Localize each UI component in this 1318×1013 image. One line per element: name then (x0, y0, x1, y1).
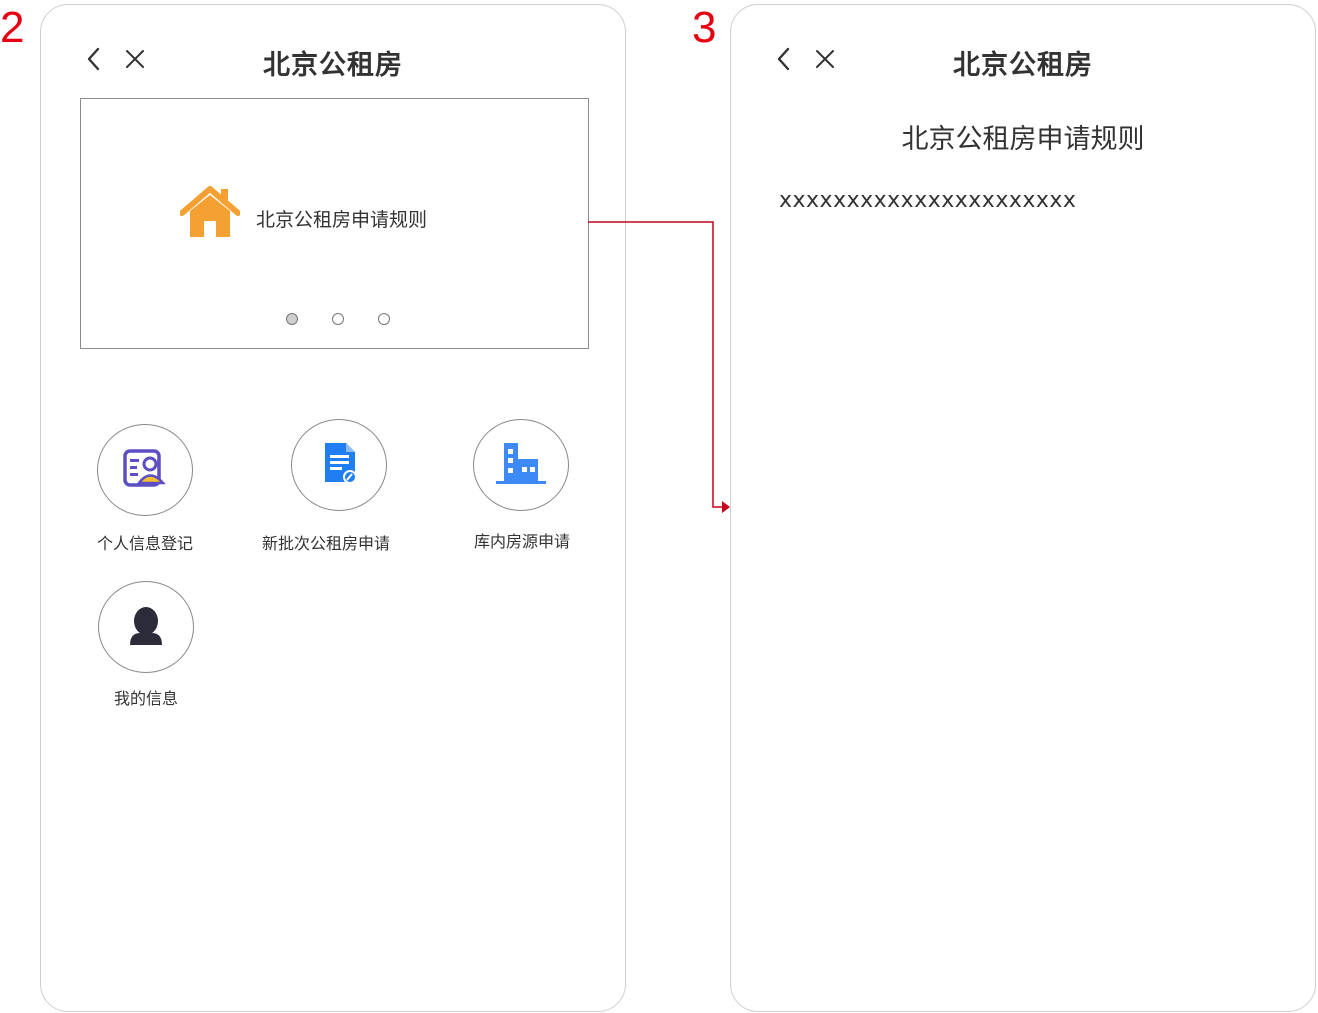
nav-bar: 北京公租房 (41, 35, 625, 85)
menu-icon-circle (97, 424, 193, 516)
banner-text: 北京公租房申请规则 (256, 209, 428, 231)
phone-screen-rules: 北京公租房 北京公租房申请规则 xxxxxxxxxxxxxxxxxxxxxx (730, 4, 1316, 1012)
page-title: 北京公租房 (263, 50, 403, 81)
carousel-dot[interactable] (378, 313, 390, 325)
banner-carousel[interactable]: 北京公租房申请规则 (80, 98, 589, 349)
menu-icon-circle (291, 419, 387, 511)
menu-item-label: 个人信息登记 (96, 534, 193, 553)
nav-bar: 北京公租房 (731, 35, 1315, 85)
menu-item-label: 新批次公租房申请 (261, 534, 390, 553)
menu-icon-circle (473, 419, 569, 511)
menu-item-label: 库内房源申请 (473, 532, 570, 551)
menu-item-label: 我的信息 (113, 689, 178, 708)
carousel-dot[interactable] (332, 313, 344, 325)
page-title: 北京公租房 (953, 50, 1093, 81)
rules-heading: 北京公租房申请规则 (901, 124, 1145, 155)
id-card-icon (121, 446, 169, 494)
house-icon (179, 185, 241, 239)
carousel-dot-active[interactable] (286, 313, 298, 325)
step-number-3: 3 (692, 3, 717, 52)
step-number-2: 2 (0, 3, 25, 52)
user-avatar-icon (124, 603, 168, 651)
rules-body-text: xxxxxxxxxxxxxxxxxxxxxx (779, 188, 1077, 213)
menu-icon-circle (98, 581, 194, 673)
phone-screen-home: 北京公租房 北京公租房申请规则 个人信息登记 新批次公租房申请 库内房源申请 我… (40, 4, 626, 1012)
building-icon (494, 441, 548, 489)
prototype-canvas: 2 3 北京公租房 北京公租房申请规则 个人信息登记 新批次公租房申请 库内房源… (0, 0, 1318, 1013)
document-edit-icon (317, 440, 361, 490)
carousel-dots (286, 313, 406, 327)
